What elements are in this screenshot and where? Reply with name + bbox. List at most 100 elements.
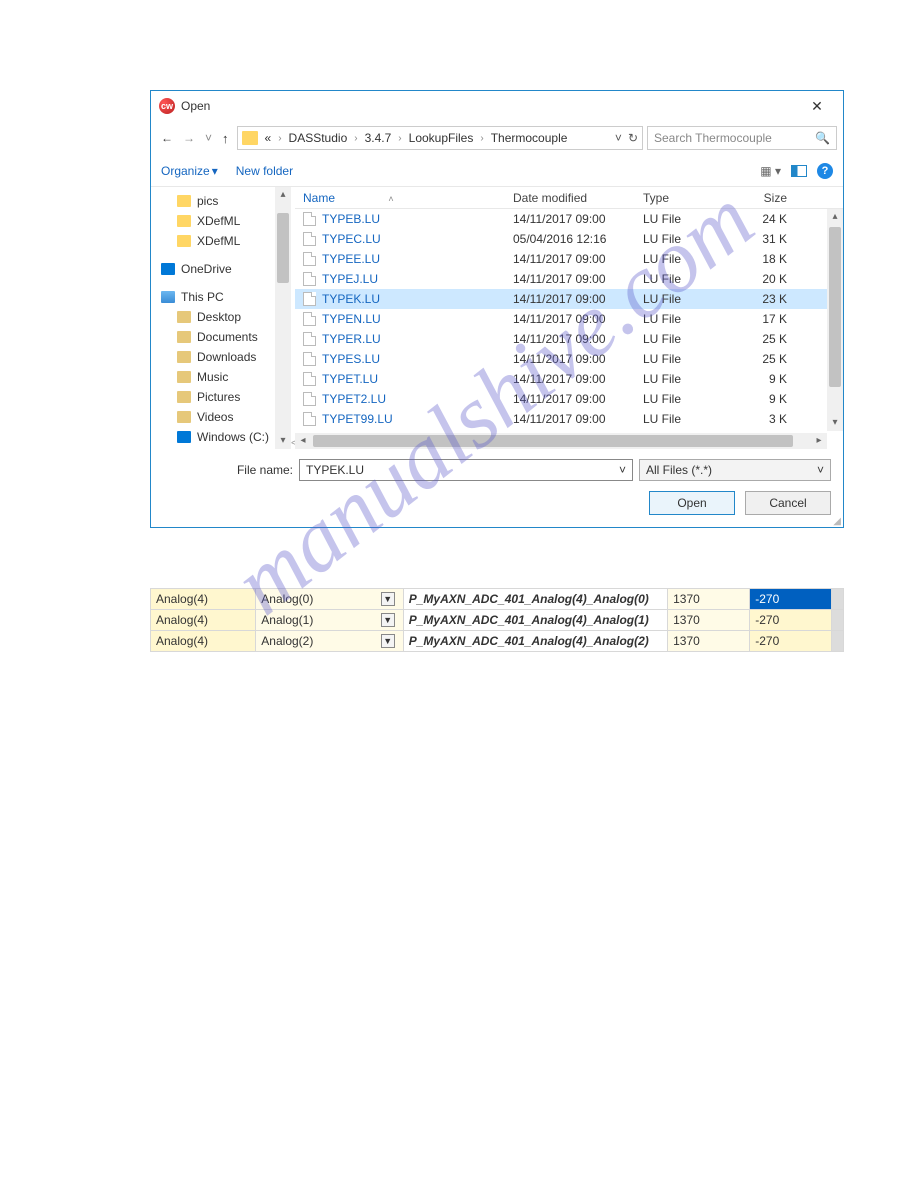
cell-group[interactable]: Analog(4) [151, 589, 256, 610]
tree-item[interactable]: This PC [159, 287, 283, 307]
gutter [832, 610, 844, 631]
tree-item[interactable]: Music [159, 367, 283, 387]
lib-icon [177, 391, 191, 403]
cell-min[interactable]: -270 [750, 631, 832, 652]
refresh-button[interactable]: ↻ [628, 131, 638, 145]
cell-channel[interactable]: Analog(2)▼ [256, 631, 403, 652]
col-name[interactable]: Name ˄ [295, 191, 505, 205]
organize-menu[interactable]: Organize ▾ [161, 164, 218, 178]
chevron-down-icon[interactable]: ˅ [619, 463, 626, 477]
cell-channel[interactable]: Analog(1)▼ [256, 610, 403, 631]
new-folder-button[interactable]: New folder [236, 164, 293, 178]
tree-item-label: This PC [181, 290, 224, 304]
cell-min[interactable]: -270 [750, 589, 832, 610]
breadcrumb-1[interactable]: DASStudio [286, 131, 351, 145]
cell-max[interactable]: 1370 [668, 631, 750, 652]
file-row[interactable]: TYPEE.LU14/11/2017 09:00LU File18 K [295, 249, 843, 269]
breadcrumb-2[interactable]: 3.4.7 [362, 131, 395, 145]
scroll-thumb[interactable] [829, 227, 841, 387]
cell-channel[interactable]: Analog(0)▼ [256, 589, 403, 610]
address-bar[interactable]: « › DASStudio › 3.4.7 › LookupFiles › Th… [237, 126, 643, 150]
tree-item[interactable]: Videos [159, 407, 283, 427]
table-row[interactable]: Analog(4)Analog(2)▼P_MyAXN_ADC_401_Analo… [151, 631, 844, 652]
file-icon [303, 372, 316, 386]
breadcrumb-4[interactable]: Thermocouple [488, 131, 571, 145]
tree-item[interactable]: Desktop [159, 307, 283, 327]
scroll-up-icon[interactable]: ▴ [275, 187, 291, 203]
help-button[interactable]: ? [817, 163, 833, 179]
tree-item[interactable]: Pictures [159, 387, 283, 407]
breadcrumb-3[interactable]: LookupFiles [406, 131, 477, 145]
scroll-up-icon[interactable]: ▴ [827, 209, 843, 225]
file-row[interactable]: TYPEC.LU05/04/2016 12:16LU File31 K [295, 229, 843, 249]
file-row[interactable]: TYPET99.LU14/11/2017 09:00LU File3 K [295, 409, 843, 429]
close-button[interactable]: ✕ [797, 94, 837, 119]
file-row[interactable]: TYPEJ.LU14/11/2017 09:00LU File20 K [295, 269, 843, 289]
tree-item[interactable]: pics [159, 191, 283, 211]
file-icon [303, 292, 316, 306]
open-dialog: cw Open ✕ ← → ˅ ↑ « › DASStudio › 3.4.7 … [150, 90, 844, 528]
scroll-down-icon[interactable]: ▾ [275, 433, 291, 449]
dropdown-arrow-icon[interactable]: ▼ [381, 634, 395, 648]
search-input[interactable]: Search Thermocouple 🔍 [647, 126, 837, 150]
file-row[interactable]: TYPES.LU14/11/2017 09:00LU File25 K [295, 349, 843, 369]
analog-table: Analog(4)Analog(0)▼P_MyAXN_ADC_401_Analo… [150, 588, 844, 652]
col-size[interactable]: Size [735, 191, 795, 205]
file-icon [303, 232, 316, 246]
cell-min[interactable]: -270 [750, 610, 832, 631]
file-row[interactable]: TYPER.LU14/11/2017 09:00LU File25 K [295, 329, 843, 349]
open-button[interactable]: Open [649, 491, 735, 515]
nav-tree[interactable]: picsXDefMLXDefMLOneDriveThis PCDesktopDo… [151, 187, 291, 449]
cancel-button[interactable]: Cancel [745, 491, 831, 515]
file-row[interactable]: TYPEK.LU14/11/2017 09:00LU File23 K [295, 289, 843, 309]
folder-icon [177, 235, 191, 247]
cell-max[interactable]: 1370 [668, 589, 750, 610]
table-row[interactable]: Analog(4)Analog(1)▼P_MyAXN_ADC_401_Analo… [151, 610, 844, 631]
lib-icon [177, 311, 191, 323]
resize-grip[interactable]: ◢ [833, 519, 841, 525]
forward-button[interactable]: → [183, 131, 195, 146]
list-scrollbar-v[interactable]: ▴ ▾ [827, 209, 843, 431]
dialog-title: Open [181, 99, 797, 113]
file-row[interactable]: TYPEN.LU14/11/2017 09:00LU File17 K [295, 309, 843, 329]
cell-param[interactable]: P_MyAXN_ADC_401_Analog(4)_Analog(2) [403, 631, 667, 652]
tree-scrollbar[interactable]: ▴ ▾ [275, 187, 291, 449]
file-name-input[interactable]: TYPEK.LU ˅ [299, 459, 633, 481]
back-button[interactable]: ← [161, 131, 173, 146]
table-row[interactable]: Analog(4)Analog(0)▼P_MyAXN_ADC_401_Analo… [151, 589, 844, 610]
column-headers[interactable]: Name ˄ Date modified Type Size [295, 187, 843, 209]
history-dropdown[interactable]: ˅ [615, 131, 622, 145]
cell-param[interactable]: P_MyAXN_ADC_401_Analog(4)_Analog(0) [403, 589, 667, 610]
scroll-right-icon[interactable]: ▸ [811, 433, 827, 449]
dropdown-arrow-icon[interactable]: ▼ [381, 592, 395, 606]
col-date[interactable]: Date modified [505, 191, 635, 205]
tree-item[interactable]: Downloads [159, 347, 283, 367]
scroll-thumb[interactable] [277, 213, 289, 283]
cell-param[interactable]: P_MyAXN_ADC_401_Analog(4)_Analog(1) [403, 610, 667, 631]
dropdown-arrow-icon[interactable]: ▼ [381, 613, 395, 627]
file-name-label: File name: [163, 463, 293, 477]
file-row[interactable]: TYPET.LU14/11/2017 09:00LU File9 K [295, 369, 843, 389]
tree-item[interactable]: OneDrive [159, 259, 283, 279]
tree-item[interactable]: Windows (C:) [159, 427, 283, 447]
breadcrumb-0[interactable]: « [262, 131, 275, 145]
view-options[interactable]: ▦ ▾ [760, 164, 781, 178]
filter-dropdown[interactable]: All Files (*.*) ˅ [639, 459, 831, 481]
col-type[interactable]: Type [635, 191, 735, 205]
preview-pane-toggle[interactable] [791, 165, 807, 177]
list-scrollbar-h[interactable]: ◂ ▸ [295, 433, 827, 449]
file-icon [303, 332, 316, 346]
tree-item[interactable]: XDefML [159, 231, 283, 251]
cell-max[interactable]: 1370 [668, 610, 750, 631]
tree-item[interactable]: Documents [159, 327, 283, 347]
file-row[interactable]: TYPEB.LU14/11/2017 09:00LU File24 K [295, 209, 843, 229]
file-row[interactable]: TYPET2.LU14/11/2017 09:00LU File9 K [295, 389, 843, 409]
scroll-down-icon[interactable]: ▾ [827, 415, 843, 431]
cell-group[interactable]: Analog(4) [151, 631, 256, 652]
scroll-left-icon[interactable]: ◂ [295, 433, 311, 449]
tree-item[interactable]: XDefML [159, 211, 283, 231]
recent-dropdown[interactable]: ˅ [205, 131, 212, 146]
scroll-thumb[interactable] [313, 435, 793, 447]
up-button[interactable]: ↑ [222, 131, 229, 146]
cell-group[interactable]: Analog(4) [151, 610, 256, 631]
